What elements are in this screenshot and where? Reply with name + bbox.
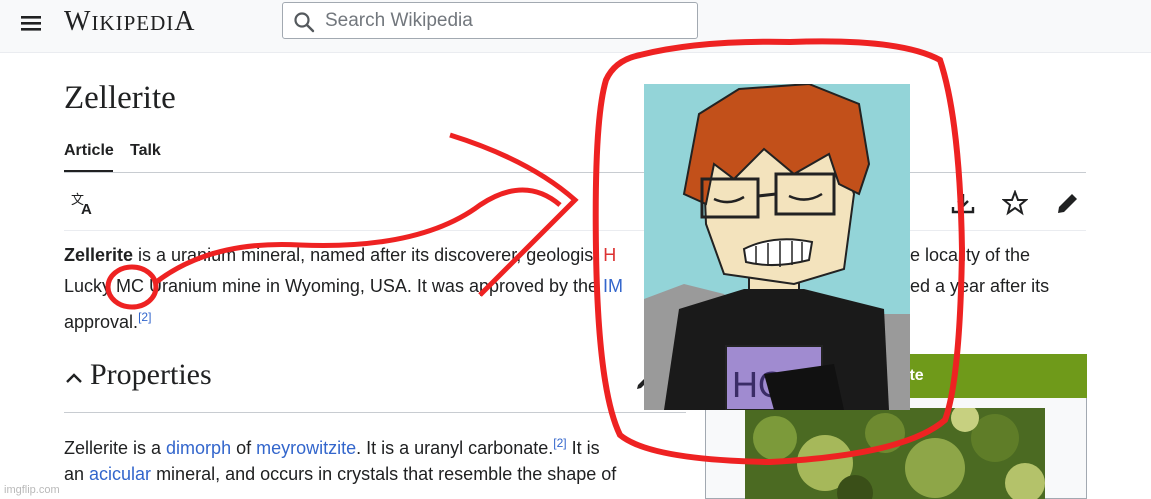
- intro-line-2-tail: ed a year after its: [910, 276, 1050, 296]
- hamburger-menu-icon[interactable]: [18, 10, 44, 36]
- download-icon[interactable]: [950, 190, 976, 216]
- intro-line-1-tail: e locality of the: [910, 245, 1031, 265]
- translate-icon[interactable]: 文 A: [70, 190, 96, 216]
- ima-link[interactable]: IM: [603, 276, 623, 296]
- search-icon: [294, 12, 315, 33]
- mineral-photo[interactable]: [745, 408, 1045, 499]
- body-text: mineral, and occurs in crystals that res…: [151, 464, 617, 484]
- body-text: Zellerite is a: [64, 438, 167, 458]
- reference-link[interactable]: [2]: [138, 310, 151, 324]
- tabs-divider: [64, 172, 1086, 173]
- logo-middle-letters: IKIPEDI: [91, 11, 175, 35]
- body-text: of: [231, 438, 257, 458]
- discoverer-link[interactable]: H: [603, 245, 616, 265]
- intro-line-1: Zellerite is a uranium mineral, named af…: [64, 240, 616, 271]
- dimorph-link[interactable]: dimorph: [166, 438, 231, 458]
- intro-line-3: approval.[2]: [64, 302, 151, 338]
- chevron-up-icon[interactable]: [64, 368, 84, 388]
- logo-last-letter: A: [174, 6, 196, 37]
- imgflip-watermark: imgflip.com: [4, 484, 60, 496]
- svg-text:A: A: [81, 201, 92, 216]
- page-title: Zellerite: [64, 80, 176, 116]
- section-heading-properties[interactable]: Properties: [90, 358, 212, 392]
- star-icon[interactable]: [1002, 190, 1028, 216]
- search-input[interactable]: [323, 9, 687, 33]
- body-text: . It is a uranyl carbonate.: [356, 438, 554, 458]
- body-text: an: [64, 464, 90, 484]
- reference-link[interactable]: [2]: [553, 436, 566, 450]
- body-text: It is: [566, 438, 600, 458]
- intro-text: Lucky MC Uranium mine in Wyoming, USA. I…: [64, 276, 604, 296]
- edit-icon[interactable]: [1055, 190, 1081, 216]
- logo-first-letter: W: [64, 6, 92, 37]
- properties-line-2: an acicular mineral, and occurs in cryst…: [64, 459, 616, 490]
- acicular-link[interactable]: acicular: [89, 464, 151, 484]
- search-box[interactable]: [282, 2, 698, 39]
- intro-text: is a uranium mineral, named after its di…: [133, 245, 604, 265]
- meyrowitzite-link[interactable]: meyrowitzite: [256, 438, 356, 458]
- tab-talk[interactable]: Talk: [130, 142, 161, 160]
- section-divider: [64, 412, 686, 413]
- mineral-texture: [745, 408, 1045, 499]
- tab-article[interactable]: Article: [64, 142, 114, 160]
- cartoon-character: HOW: [644, 84, 910, 410]
- toolbar-divider: [64, 230, 1086, 231]
- overlay-cartoon-image: HOW: [644, 84, 910, 410]
- intro-text: approval.: [64, 312, 139, 332]
- wikipedia-logo[interactable]: WIKIPEDIA: [64, 6, 196, 38]
- bold-term: Zellerite: [64, 245, 134, 265]
- intro-line-2: Lucky MC Uranium mine in Wyoming, USA. I…: [64, 271, 623, 302]
